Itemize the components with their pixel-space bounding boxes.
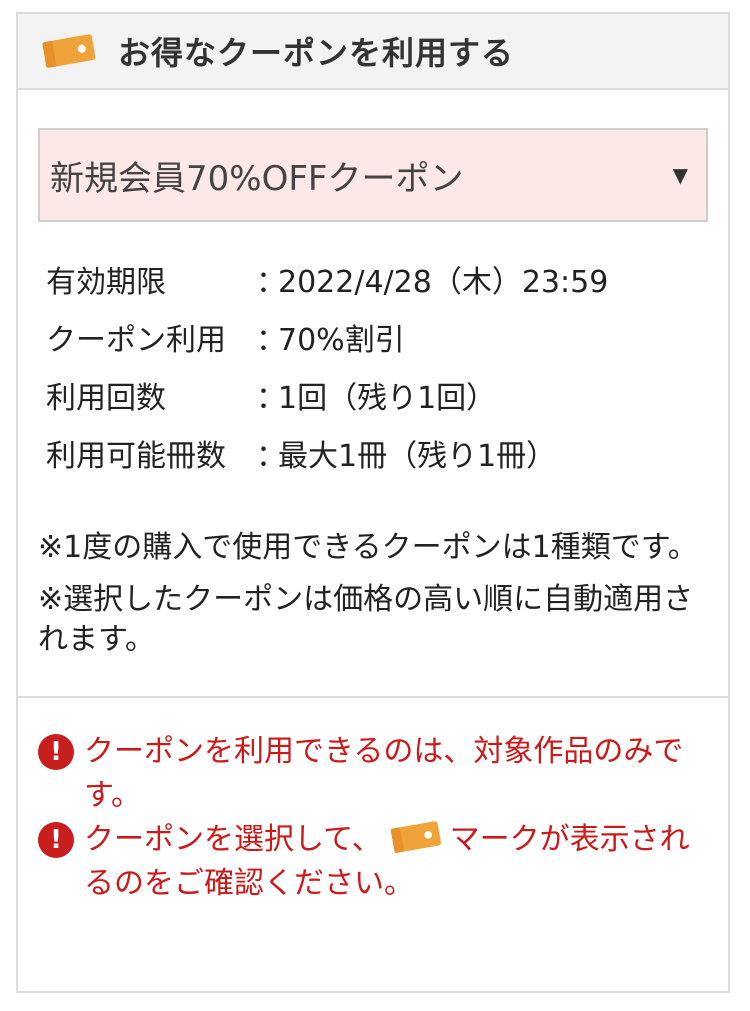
coupon-select[interactable]: 新規会員70%OFFクーポン ▼ bbox=[38, 128, 708, 222]
detail-separator: ： bbox=[256, 265, 286, 300]
detail-value: 1回（残り1回） bbox=[278, 381, 497, 416]
warning-text: クーポンを利用できるのは、対象作品のみです。 bbox=[84, 734, 684, 813]
dropdown-arrow-icon: ▼ bbox=[672, 163, 688, 187]
panel-header: お得なクーポンを利用する bbox=[18, 14, 728, 90]
coupon-details: 有効期限 ： 2022/4/28（木）23:59 クーポン利用 ： 70%割引 … bbox=[38, 254, 708, 486]
coupon-ticket-icon bbox=[40, 32, 98, 70]
note-one-type: ※1度の購入で使用できるクーポンは1種類です。 bbox=[38, 530, 698, 565]
warnings: ! クーポンを利用できるのは、対象作品のみです。 ! クーポンを選択して、 マーク… bbox=[18, 698, 728, 906]
detail-label: 利用可能冊数 bbox=[46, 439, 226, 474]
panel-title: お得なクーポンを利用する bbox=[118, 34, 515, 72]
coupon-body: 新規会員70%OFFクーポン ▼ 有効期限 ： 2022/4/28（木）23:5… bbox=[18, 128, 728, 660]
exclamation-icon: ! bbox=[38, 734, 74, 770]
exclamation-icon: ! bbox=[38, 822, 74, 858]
detail-separator: ： bbox=[256, 323, 286, 358]
warning-check-mark: ! クーポンを選択して、 マークが表示されるのをご確認ください。 bbox=[38, 818, 708, 906]
detail-value: 70%割引 bbox=[278, 323, 405, 358]
detail-value: 2022/4/28（木）23:59 bbox=[278, 265, 609, 300]
coupon-select-value: 新規会員70%OFFクーポン bbox=[50, 158, 464, 199]
detail-label: 利用回数 bbox=[46, 381, 166, 416]
detail-label: クーポン利用 bbox=[46, 323, 226, 358]
coupon-ticket-icon bbox=[388, 819, 444, 855]
warning-text: クーポンを選択して、 マークが表示されるのをご確認ください。 bbox=[84, 818, 708, 906]
detail-value: 最大1冊（残り1冊） bbox=[278, 439, 557, 474]
detail-row-expiry: 有効期限 ： 2022/4/28（木）23:59 bbox=[46, 254, 708, 312]
warning-text-before: クーポンを選択して、 bbox=[84, 822, 382, 857]
detail-row-usage: クーポン利用 ： 70%割引 bbox=[46, 312, 708, 370]
coupon-notes: ※1度の購入で使用できるクーポンは1種類です。 ※選択したクーポンは価格の高い順… bbox=[38, 528, 708, 660]
detail-row-count: 利用回数 ： 1回（残り1回） bbox=[46, 370, 708, 428]
detail-row-books: 利用可能冊数 ： 最大1冊（残り1冊） bbox=[46, 428, 708, 486]
detail-separator: ： bbox=[256, 381, 286, 416]
warning-target-items: ! クーポンを利用できるのは、対象作品のみです。 bbox=[38, 730, 708, 818]
note-auto-apply: ※選択したクーポンは価格の高い順に自動適用されます。 bbox=[38, 582, 694, 657]
detail-separator: ： bbox=[256, 439, 286, 474]
detail-label: 有効期限 bbox=[46, 265, 166, 300]
coupon-panel: お得なクーポンを利用する 新規会員70%OFFクーポン ▼ 有効期限 ： 202… bbox=[16, 12, 730, 993]
